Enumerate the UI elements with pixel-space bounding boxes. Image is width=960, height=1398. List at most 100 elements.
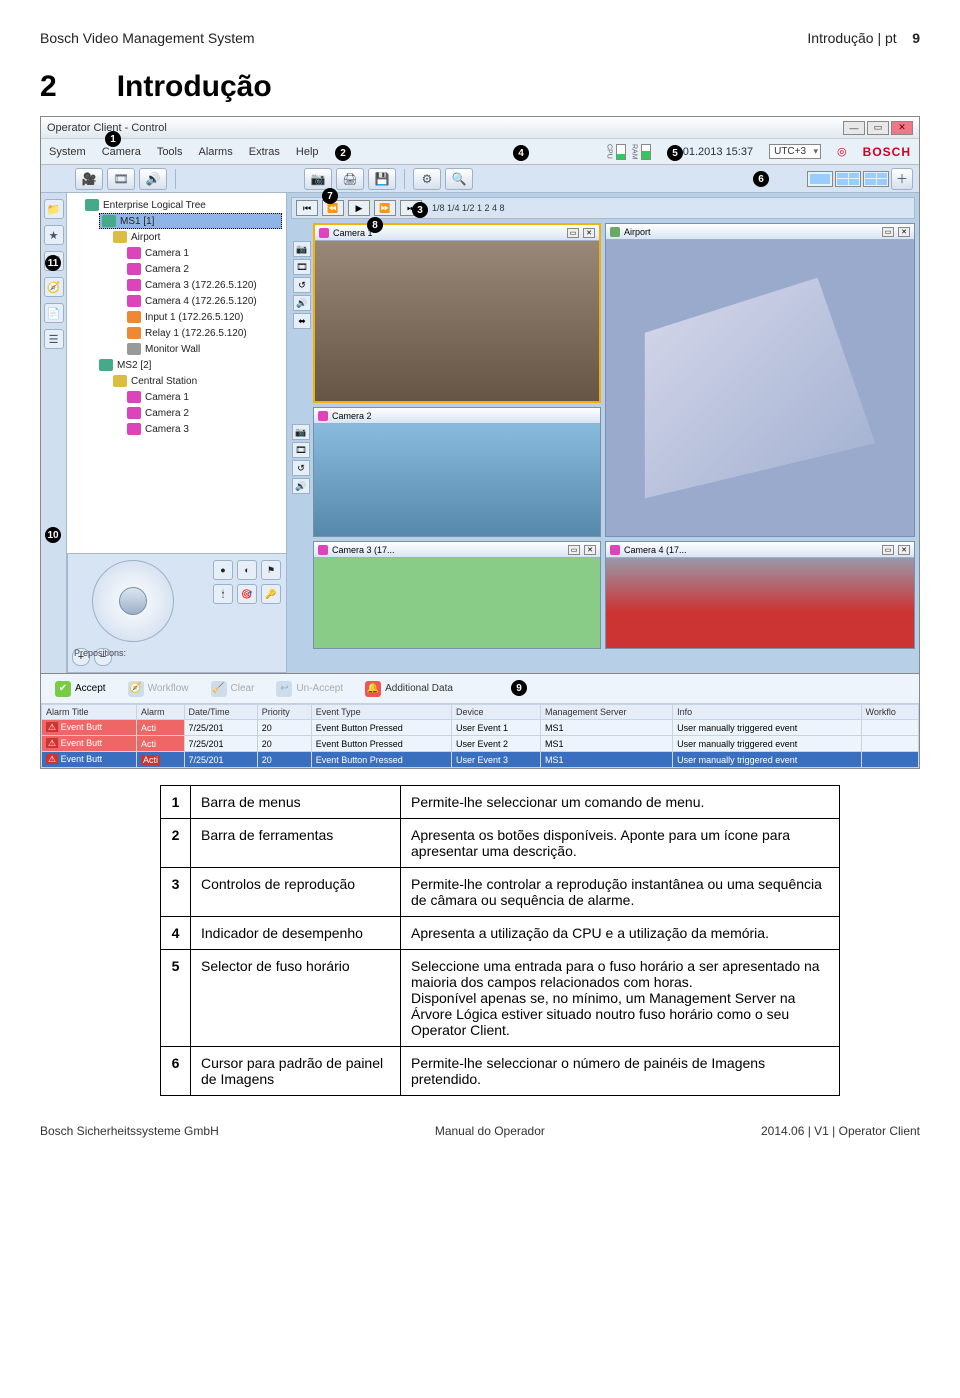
alarm-accept-button[interactable]: ✔Accept [49,679,112,699]
pattern-3x3[interactable] [863,171,889,187]
page-footer: Bosch Sicherheitssysteme GmbH Manual do … [0,1118,960,1150]
sidebar-logical-tree-icon[interactable]: 📁 [44,199,64,219]
tree-monitor-wall[interactable]: Monitor Wall [127,341,282,357]
menu-tools[interactable]: Tools [157,146,183,158]
menu-alarms[interactable]: Alarms [199,146,233,158]
close-pane-icon[interactable]: ✕ [583,228,595,238]
close-pane-icon[interactable]: ✕ [898,227,910,237]
timezone-selector[interactable]: UTC+3 [769,144,821,159]
pane-replay-icon[interactable]: ↺ [293,277,311,293]
playback-first-icon[interactable]: ⏮ [296,200,318,216]
ptz-preset-icon[interactable]: 🕯 [213,584,233,604]
maximize-pane-icon[interactable]: ▭ [567,228,579,238]
live-mode-icon[interactable]: 🎥 [75,168,103,190]
alarm-row[interactable]: ⚠ Event Butt Acti 7/25/20120Event Button… [42,752,919,768]
menu-extras[interactable]: Extras [249,146,280,158]
pane-record-icon[interactable]: 🎞 [293,259,311,275]
tree-airport[interactable]: Airport [113,229,282,245]
maximize-pane-icon[interactable]: ▭ [882,227,894,237]
callout-11: 11 [45,255,61,271]
ptz-preset-icon[interactable]: ◐ [237,560,257,580]
tree-ms2[interactable]: MS2 [2] [99,357,282,373]
tree-root[interactable]: Enterprise Logical Tree [85,197,282,213]
tree-ms1[interactable]: MS1 [1] [99,213,282,229]
pane-camera-1[interactable]: 8 📷 🎞 ↺ 🔊 ⬌ Camera 1▭✕ [313,223,601,403]
ptz-preset-icon[interactable]: ● [213,560,233,580]
item-name: Barra de menus [191,786,401,819]
print-icon[interactable]: 🖨 [336,168,364,190]
misc-tool-icon[interactable]: ⚙ [413,168,441,190]
audio-icon[interactable]: 🔊 [139,168,167,190]
tree-cam[interactable]: Camera 3 [127,421,282,437]
image-panes-area: 7 3 ⏮ ⏪ ▶ ⏩ ⏭ 1/8 1/4 1/2 1 2 4 8 8 📷 [287,193,919,673]
pattern-1x1[interactable] [807,171,833,187]
menu-system[interactable]: System [49,146,86,158]
tree-cam[interactable]: Camera 3 (172.26.5.120) [127,277,282,293]
pane-snapshot-icon[interactable]: 📷 [293,241,311,257]
pane-replay-icon[interactable]: ↺ [292,460,310,476]
pane-camera-3[interactable]: Camera 3 (17...▭✕ [313,541,601,649]
alarm-additional-button[interactable]: 🔔Additional Data [359,679,459,699]
pane-audio-icon[interactable]: 🔊 [293,295,311,311]
add-pane-icon[interactable]: ＋ [891,168,913,190]
menu-help[interactable]: Help [296,146,319,158]
pane-ptz-icon[interactable]: ⬌ [293,313,311,329]
playback-play-icon[interactable]: ▶ [348,200,370,216]
tree-input[interactable]: Input 1 (172.26.5.120) [127,309,282,325]
pane-camera-4[interactable]: Camera 4 (17...▭✕ [605,541,915,649]
sidebar-fav-icon[interactable]: ★ [44,225,64,245]
logical-tree[interactable]: Enterprise Logical Tree MS1 [1] Airport … [71,197,282,437]
misc-tool2-icon[interactable]: 🔍 [445,168,473,190]
brand-logo: BOSCH [863,145,911,159]
snapshot-icon[interactable]: 📷 [304,168,332,190]
sidebar-text-icon[interactable]: 📄 [44,303,64,323]
close-pane-icon[interactable]: ✕ [584,545,596,555]
minimize-button[interactable]: — [843,121,865,135]
ptz-joystick[interactable] [92,560,174,642]
alarm-row[interactable]: ⚠ Event Butt Acti 7/25/20120Event Button… [42,736,919,752]
tree-cam[interactable]: Camera 1 [127,245,282,261]
playback-icon[interactable]: 🎞 [107,168,135,190]
pane-airport-map[interactable]: Airport▭✕ [605,223,915,537]
maximize-pane-icon[interactable]: ▭ [882,545,894,555]
maximize-pane-icon[interactable]: ▭ [568,545,580,555]
pattern-2x2[interactable] [835,171,861,187]
close-pane-icon[interactable]: ✕ [898,545,910,555]
maximize-button[interactable]: ▭ [867,121,889,135]
callout-8: 8 [367,217,383,233]
alarm-workflow-button[interactable]: 🧭Workflow [122,679,195,699]
pane-snapshot-icon[interactable]: 📷 [292,424,310,440]
playback-ffw-icon[interactable]: ⏩ [374,200,396,216]
save-icon[interactable]: 💾 [368,168,396,190]
tree-relay[interactable]: Relay 1 (172.26.5.120) [127,325,282,341]
pane-audio-icon[interactable]: 🔊 [292,478,310,494]
tree-cam[interactable]: Camera 2 [127,261,282,277]
alarm-clear-button[interactable]: 🧹Clear [205,679,261,699]
menu-camera[interactable]: Camera [102,146,141,158]
window-controls: — ▭ ✕ [843,121,913,135]
alarm-unaccept-button[interactable]: ↩Un-Accept [270,679,349,699]
sidebar-compass-icon[interactable]: 🧭 [44,277,64,297]
menubar: 1 System Camera Tools Alarms Extras Help… [41,139,919,165]
callout-3: 3 [412,202,428,218]
pane-pattern-selector[interactable]: ＋ [807,168,913,190]
tree-central[interactable]: Central Station [113,373,282,389]
playback-speed: 1/8 1/4 1/2 1 2 4 8 [432,203,505,213]
table-row: 6 Cursor para padrão de painel de Imagen… [161,1047,840,1096]
pane-camera-2[interactable]: 📷 🎞 ↺ 🔊 Camera 2 [313,407,601,537]
close-button[interactable]: ✕ [891,121,913,135]
tree-cam[interactable]: Camera 2 [127,405,282,421]
callout-6: 6 [753,171,769,187]
alarm-table[interactable]: Alarm TitleAlarmDate/TimePriorityEvent T… [41,704,919,768]
ptz-preset-icon[interactable]: 🔑 [261,584,281,604]
ptz-preset-icon[interactable]: ⚑ [261,560,281,580]
section-title: Introdução [117,70,272,104]
table-row: 1 Barra de menus Permite-lhe seleccionar… [161,786,840,819]
tree-cam[interactable]: Camera 1 [127,389,282,405]
cpu-label: CPU [605,144,612,159]
alarm-row[interactable]: ⚠ Event Butt Acti 7/25/20120Event Button… [42,720,919,736]
ptz-preset-icon[interactable]: 🎯 [237,584,257,604]
sidebar-list-icon[interactable]: ☰ [44,329,64,349]
tree-cam[interactable]: Camera 4 (172.26.5.120) [127,293,282,309]
pane-record-icon[interactable]: 🎞 [292,442,310,458]
